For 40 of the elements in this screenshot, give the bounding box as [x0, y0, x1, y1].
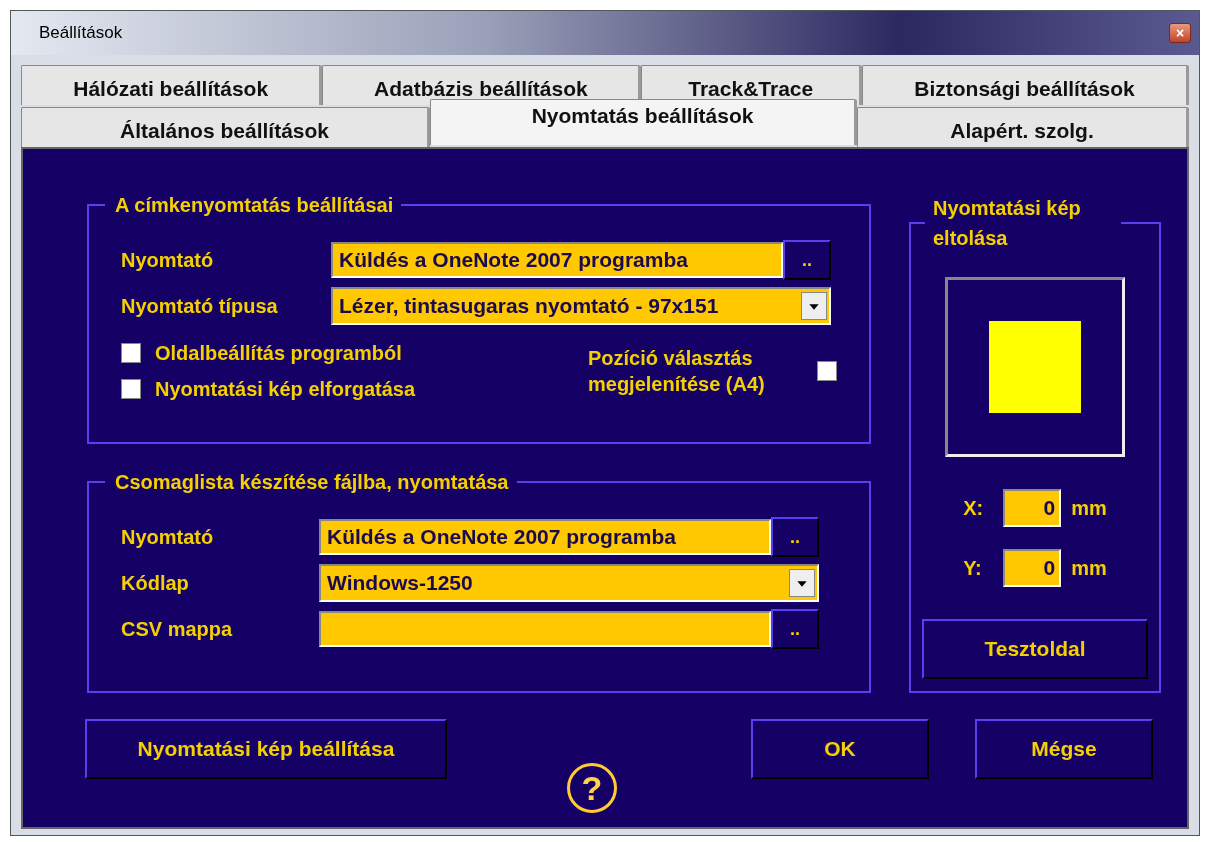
coord-label: Y:: [963, 556, 983, 580]
field-label: Nyomtató: [121, 525, 215, 549]
field-label: Nyomtató: [121, 248, 215, 272]
group-title: Csomaglista készítése fájlba, nyomtatása: [114, 470, 510, 494]
tab[interactable]: Nyomtatás beállítások: [430, 99, 857, 145]
checkbox[interactable]: [121, 343, 141, 363]
checkbox[interactable]: [817, 361, 837, 381]
window-title: Beállítások: [39, 23, 123, 43]
browse-button[interactable]: ..: [783, 240, 831, 280]
coord-label: X:: [963, 496, 985, 520]
tab[interactable]: Általános beállítások: [21, 107, 431, 147]
tab[interactable]: Hálózati beállítások: [21, 65, 323, 105]
dropdown[interactable]: Lézer, tintasugaras nyomtató - 97x151: [331, 287, 831, 325]
ok-button[interactable]: OK: [751, 719, 929, 779]
printer-field[interactable]: Küldés a OneNote 2007 programba: [319, 519, 771, 555]
browse-button[interactable]: ..: [771, 517, 819, 557]
checkbox-label: Pozíció választás megjelenítése (A4): [588, 346, 766, 397]
cancel-button[interactable]: Mégse: [975, 719, 1153, 779]
printer-field[interactable]: [319, 611, 771, 647]
offset-field[interactable]: 0: [1003, 549, 1062, 587]
checkbox[interactable]: [121, 379, 141, 399]
browse-button[interactable]: ..: [771, 609, 819, 649]
field-label: Nyomtató típusa: [121, 294, 279, 318]
field-label: Kódlap: [121, 571, 190, 595]
offset-field[interactable]: 0: [1003, 489, 1062, 527]
help-button[interactable]: ?: [567, 763, 617, 813]
group-title: A címkenyomtatás beállításai: [114, 193, 395, 217]
dropdown[interactable]: Windows-1250: [319, 564, 819, 602]
field-label: CSV mappa: [121, 617, 234, 641]
tab[interactable]: Adatbázis beállítások: [322, 65, 642, 105]
group-title: Nyomtatási kép eltolása: [932, 196, 1082, 251]
unit-label: mm: [1071, 496, 1107, 520]
printer-field[interactable]: Küldés a OneNote 2007 programba: [331, 242, 783, 278]
tab[interactable]: Biztonsági beállítások: [862, 65, 1189, 105]
checkbox-label: Oldalbeállítás programból: [155, 341, 402, 366]
tab[interactable]: Alapért. szolg.: [856, 107, 1189, 147]
checkbox-label: Nyomtatási kép elforgatása: [155, 377, 416, 402]
print-setup-button[interactable]: Nyomtatási kép beállítása: [85, 719, 447, 779]
test-page-button[interactable]: Tesztoldal: [922, 619, 1148, 679]
unit-label: mm: [1071, 556, 1107, 580]
